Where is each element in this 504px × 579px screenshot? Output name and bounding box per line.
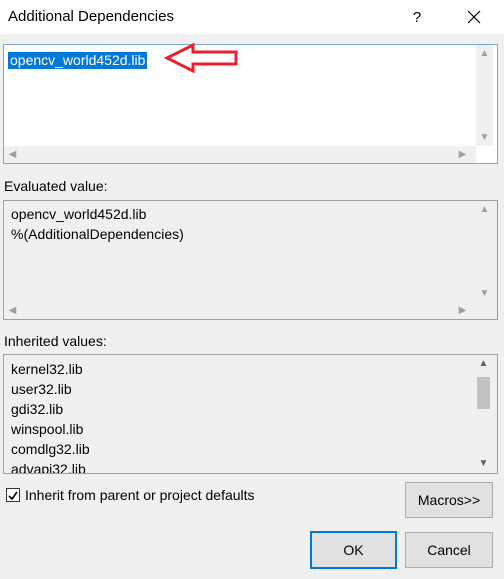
inherit-checkbox[interactable] [6,488,20,502]
close-icon [467,10,481,24]
dialog-title: Additional Dependencies [8,8,174,25]
checkmark-icon [8,491,18,501]
evaluated-line: %(AdditionalDependencies) [11,226,184,242]
scroll-left-icon[interactable]: ◀ [4,146,21,163]
evaluated-vertical-scrollbar[interactable]: ▲ ▼ [476,201,493,302]
inherited-vertical-scrollbar[interactable]: ▲ ▼ [475,355,492,473]
cancel-button[interactable]: Cancel [405,532,493,568]
inherited-line: kernel32.lib [11,361,83,377]
evaluated-line: opencv_world452d.lib [11,206,147,222]
inherited-line: comdlg32.lib [11,441,90,457]
edit-horizontal-scrollbar[interactable]: ◀ ▶ [4,146,476,163]
scroll-down-icon[interactable]: ▼ [476,129,493,146]
macros-button[interactable]: Macros>> [405,482,493,518]
inherited-values-box: kernel32.lib user32.lib gdi32.lib winspo… [3,354,498,474]
evaluated-horizontal-scrollbar[interactable]: ◀ ▶ [4,302,476,319]
inherited-line: user32.lib [11,381,72,397]
inherited-line: advapi32.lib [11,461,86,474]
scrollbar-thumb[interactable] [477,377,490,409]
inherited-line: gdi32.lib [11,401,64,417]
inherited-values-label: Inherited values: [4,333,107,349]
scroll-down-icon[interactable]: ▼ [476,285,493,302]
scroll-left-icon[interactable]: ◀ [4,302,21,319]
edit-vertical-scrollbar[interactable]: ▲ ▼ [476,45,493,146]
scroll-right-icon[interactable]: ▶ [454,146,471,163]
ok-button[interactable]: OK [310,531,397,569]
scroll-up-icon[interactable]: ▲ [476,201,493,218]
dependencies-edit-text[interactable]: opencv_world452d.lib [8,52,148,69]
red-arrow-annotation [164,42,238,74]
evaluated-value-label: Evaluated value: [4,178,108,194]
inherit-checkbox-label[interactable]: Inherit from parent or project defaults [25,487,255,503]
inherited-line: winspool.lib [11,421,84,437]
scroll-right-icon[interactable]: ▶ [454,302,471,319]
close-button[interactable] [456,2,492,32]
scroll-up-icon[interactable]: ▲ [475,355,492,372]
scroll-up-icon[interactable]: ▲ [476,45,493,62]
scroll-down-icon[interactable]: ▼ [475,455,492,472]
help-button[interactable]: ? [400,2,434,32]
